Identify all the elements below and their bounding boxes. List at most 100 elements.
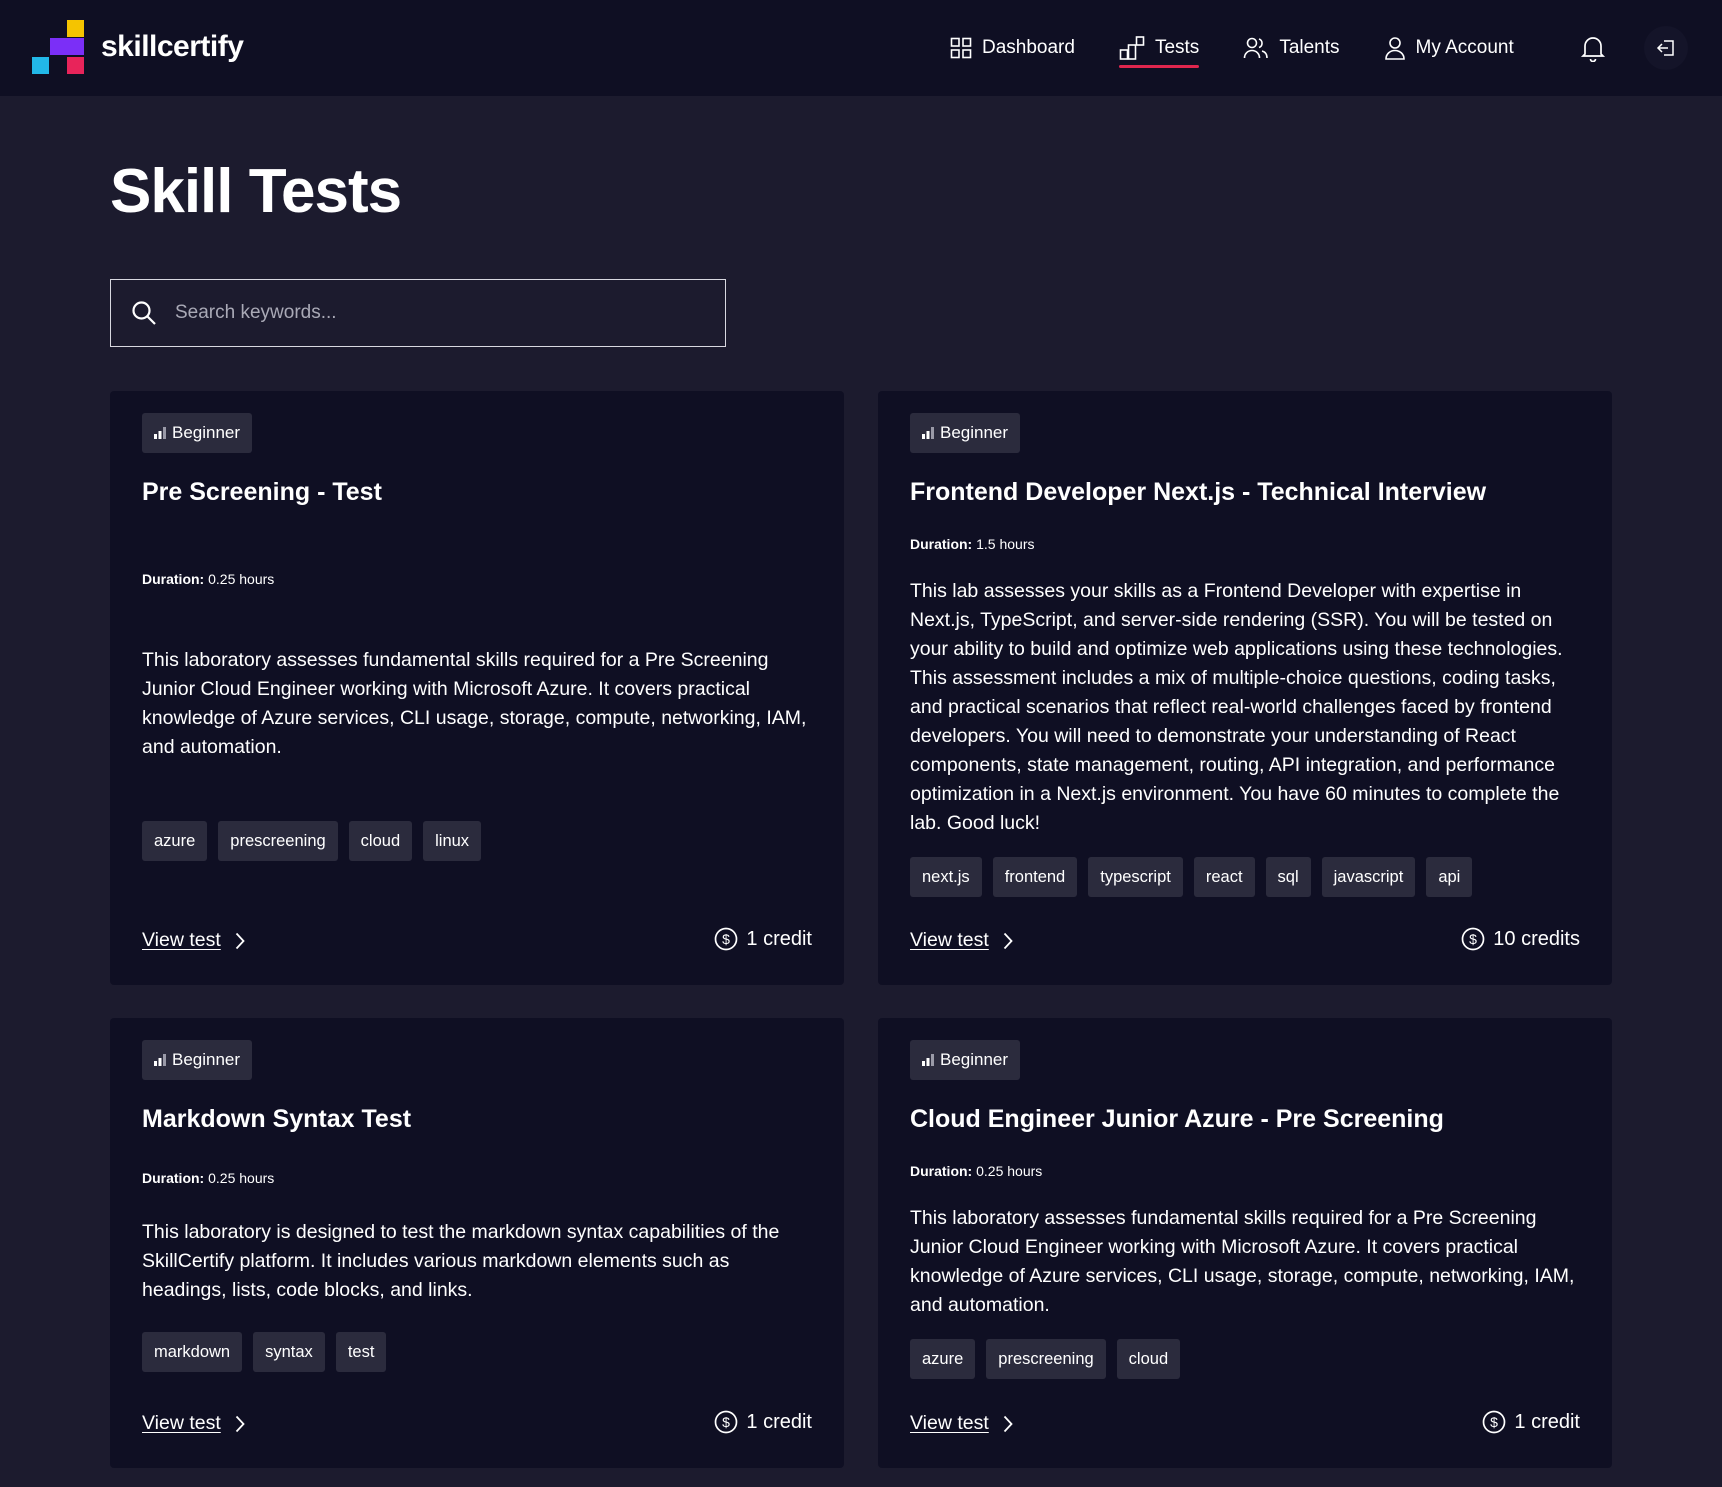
tag[interactable]: sql: [1265, 857, 1311, 897]
tag[interactable]: linux: [423, 821, 482, 861]
coin-icon: $: [715, 1410, 738, 1434]
credit-value: 1 credit: [746, 927, 812, 950]
duration-value: 0.25 hours: [208, 1170, 275, 1186]
view-test-label: View test: [910, 929, 989, 951]
duration: Duration: 0.25 hours: [910, 1163, 1042, 1179]
tag[interactable]: azure: [910, 1339, 976, 1379]
tag[interactable]: frontend: [992, 857, 1078, 897]
nav-label-dashboard: Dashboard: [982, 37, 1075, 58]
test-card: Beginner Frontend Developer Next.js - Te…: [878, 391, 1612, 985]
duration-label: Duration:: [910, 536, 973, 552]
tag[interactable]: cloud: [348, 821, 413, 861]
tag[interactable]: syntax: [253, 1332, 325, 1372]
tag[interactable]: test: [335, 1332, 387, 1372]
duration-value: 1.5 hours: [976, 536, 1035, 552]
test-card: Beginner Cloud Engineer Junior Azure - P…: [878, 1018, 1612, 1468]
search-input[interactable]: [175, 302, 695, 324]
signal-bars-icon: [922, 427, 934, 439]
duration: Duration: 1.5 hours: [910, 536, 1034, 552]
level-label: Beginner: [172, 423, 241, 442]
nav-item-tests[interactable]: Tests: [1118, 0, 1200, 96]
credit-value: 10 credits: [1493, 927, 1580, 950]
user-icon: [1384, 37, 1405, 60]
card-title: Frontend Developer Next.js - Technical I…: [910, 478, 1487, 506]
credit-cost: $ 1 credit: [1482, 1410, 1580, 1434]
level-badge: Beginner: [142, 413, 253, 453]
tag[interactable]: prescreening: [218, 821, 338, 861]
level-label: Beginner: [940, 1050, 1009, 1069]
duration-value: 0.25 hours: [976, 1163, 1043, 1179]
signal-bars-icon: [922, 1054, 934, 1066]
credit-cost: $ 1 credit: [714, 927, 812, 951]
view-test-label: View test: [142, 929, 221, 951]
tag-list: azure prescreening cloud: [910, 1339, 1191, 1379]
tag[interactable]: markdown: [142, 1332, 243, 1372]
duration-label: Duration:: [910, 1163, 973, 1179]
svg-text:$: $: [723, 931, 731, 947]
logout-icon: [1656, 40, 1674, 56]
tag[interactable]: javascript: [1321, 857, 1416, 897]
nav-item-dashboard[interactable]: Dashboard: [950, 0, 1075, 96]
duration-value: 0.25 hours: [208, 571, 275, 587]
duration-label: Duration:: [142, 1170, 205, 1186]
credit-cost: $ 10 credits: [1461, 927, 1580, 951]
view-test-label: View test: [142, 1412, 221, 1434]
logout-button[interactable]: [1644, 26, 1688, 70]
notifications-button[interactable]: [1580, 34, 1606, 67]
nav-item-talents[interactable]: Talents: [1243, 0, 1340, 96]
logo-mark-icon: [32, 20, 86, 74]
tag[interactable]: azure: [142, 821, 208, 861]
chevron-right-icon: [235, 1415, 245, 1432]
brand-logo[interactable]: skillcertify: [32, 20, 244, 74]
chevron-right-icon: [235, 932, 245, 949]
level-label: Beginner: [172, 1050, 241, 1069]
level-label: Beginner: [940, 423, 1009, 442]
card-title: Markdown Syntax Test: [142, 1105, 412, 1133]
card-description: This lab assesses your skills as a Front…: [910, 580, 1563, 834]
tag[interactable]: prescreening: [986, 1339, 1106, 1379]
card-title: Pre Screening - Test: [142, 478, 382, 506]
nav-item-my-account[interactable]: My Account: [1384, 0, 1514, 96]
search-box[interactable]: [110, 279, 726, 347]
view-test-link[interactable]: View test: [910, 929, 1013, 952]
duration: Duration: 0.25 hours: [142, 571, 274, 587]
tag-list: markdown syntax test: [142, 1332, 397, 1372]
search-icon: [132, 301, 156, 325]
grid-icon: [950, 37, 972, 59]
view-test-link[interactable]: View test: [142, 1412, 245, 1435]
svg-text:$: $: [1491, 1414, 1499, 1430]
nav-label-talents: Talents: [1279, 37, 1340, 58]
page-title: Skill Tests: [110, 157, 402, 226]
credit-value: 1 credit: [1514, 1410, 1580, 1433]
tag[interactable]: next.js: [910, 857, 982, 897]
card-description: This laboratory is designed to test the …: [142, 1221, 780, 1301]
tag[interactable]: cloud: [1116, 1339, 1181, 1379]
credit-value: 1 credit: [746, 1410, 812, 1433]
view-test-link[interactable]: View test: [910, 1412, 1013, 1435]
level-badge: Beginner: [910, 1040, 1021, 1080]
brand-name: skillcertify: [101, 30, 244, 63]
duration-label: Duration:: [142, 571, 205, 587]
svg-text:$: $: [1469, 931, 1477, 947]
view-test-label: View test: [910, 1412, 989, 1434]
card-description: This laboratory assesses fundamental ski…: [142, 649, 807, 758]
main-nav: Dashboard Tests Talents My Account: [950, 0, 1558, 96]
coin-icon: $: [1461, 927, 1485, 951]
credit-cost: $ 1 credit: [714, 1410, 812, 1434]
card-title: Cloud Engineer Junior Azure - Pre Screen…: [910, 1105, 1444, 1133]
signal-bars-icon: [154, 427, 166, 439]
tag[interactable]: typescript: [1088, 857, 1183, 897]
card-description: This laboratory assesses fundamental ski…: [910, 1207, 1575, 1316]
nav-label-tests: Tests: [1154, 37, 1200, 58]
test-card: Beginner Pre Screening - Test Duration: …: [110, 391, 844, 985]
tag[interactable]: api: [1426, 857, 1473, 897]
top-navbar: skillcertify Dashboard Tests Talents My …: [0, 0, 1722, 96]
tag[interactable]: react: [1193, 857, 1255, 897]
level-badge: Beginner: [910, 413, 1021, 453]
bell-icon: [1580, 37, 1606, 63]
users-icon: [1244, 37, 1269, 59]
tag-list: next.js frontend typescript react sql ja…: [910, 857, 1483, 897]
view-test-link[interactable]: View test: [142, 929, 245, 952]
nav-label-my-account: My Account: [1415, 37, 1514, 58]
test-card: Beginner Markdown Syntax Test Duration: …: [110, 1018, 844, 1468]
